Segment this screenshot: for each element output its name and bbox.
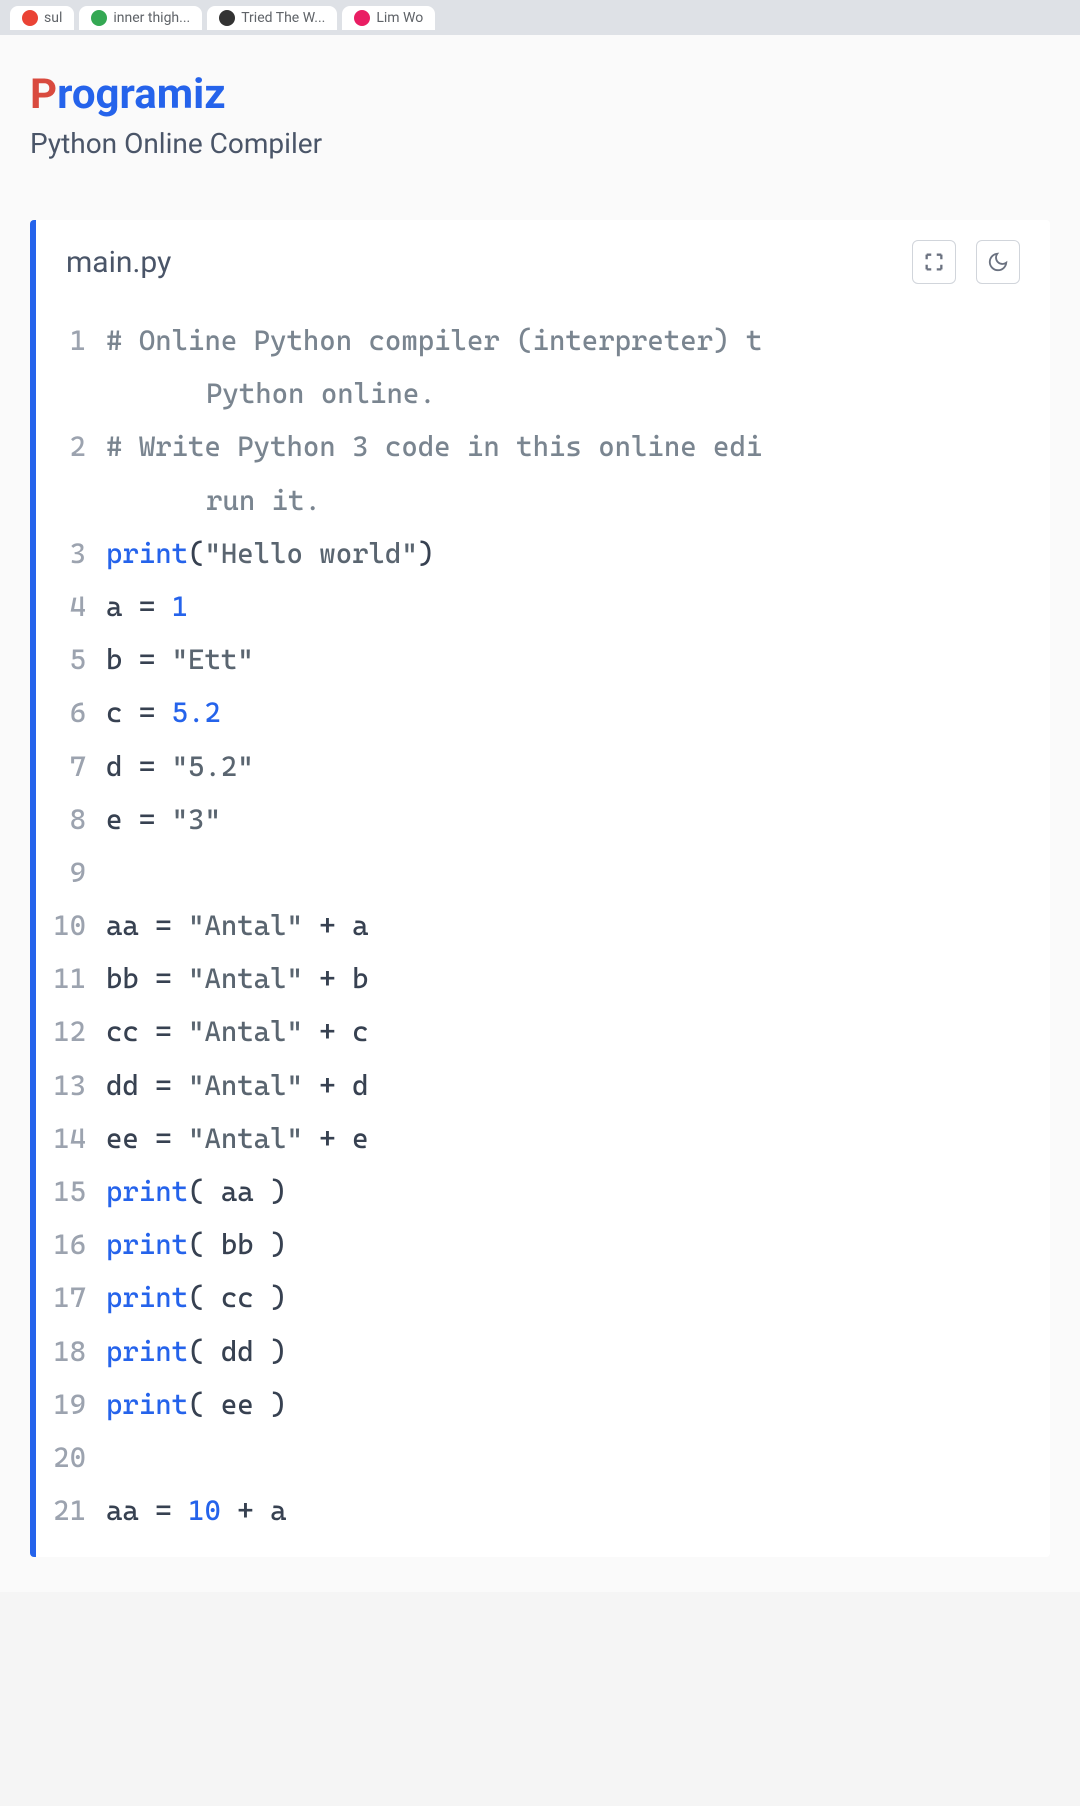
- code-line[interactable]: 20: [36, 1431, 1050, 1484]
- line-content[interactable]: print( bb ): [106, 1218, 1050, 1271]
- code-line[interactable]: 17print( cc ): [36, 1271, 1050, 1324]
- code-line[interactable]: 9: [36, 846, 1050, 899]
- code-line[interactable]: 12cc = "Antal" + c: [36, 1005, 1050, 1058]
- tab-favicon-icon: [22, 10, 38, 26]
- code-line[interactable]: 6c = 5.2: [36, 686, 1050, 739]
- code-line[interactable]: 1# Online Python compiler (interpreter) …: [36, 314, 1050, 367]
- line-number: 18: [36, 1325, 106, 1378]
- browser-tab[interactable]: sul: [10, 6, 74, 30]
- line-content[interactable]: c = 5.2: [106, 686, 1050, 739]
- editor-header: main.py: [36, 220, 1050, 304]
- logo-letter: P: [30, 70, 57, 119]
- code-line-wrap[interactable]: Python online.: [36, 367, 1050, 420]
- code-line[interactable]: 18print( dd ): [36, 1325, 1050, 1378]
- line-number: 19: [36, 1378, 106, 1431]
- code-line[interactable]: 2# Write Python 3 code in this online ed…: [36, 420, 1050, 473]
- line-content[interactable]: bb = "Antal" + b: [106, 952, 1050, 1005]
- line-number: 8: [36, 793, 106, 846]
- tab-favicon-icon: [354, 10, 370, 26]
- line-content[interactable]: print( aa ): [106, 1165, 1050, 1218]
- line-content[interactable]: aa = 10 + a: [106, 1484, 1050, 1537]
- editor-controls: [912, 240, 1020, 284]
- code-editor: main.py 1# Online Python compiler (inter…: [30, 220, 1050, 1557]
- code-line[interactable]: 10aa = "Antal" + a: [36, 899, 1050, 952]
- code-line[interactable]: 4a = 1: [36, 580, 1050, 633]
- line-number: 2: [36, 420, 106, 473]
- line-content[interactable]: # Online Python compiler (interpreter) t: [106, 314, 1050, 367]
- tab-favicon-icon: [91, 10, 107, 26]
- line-number: 6: [36, 686, 106, 739]
- tab-label: inner thigh...: [113, 10, 190, 26]
- line-number: 13: [36, 1059, 106, 1112]
- tab-label: Lim Wo: [376, 10, 423, 26]
- line-content[interactable]: dd = "Antal" + d: [106, 1059, 1050, 1112]
- moon-icon: [987, 251, 1009, 273]
- line-content[interactable]: Python online.: [106, 367, 1050, 420]
- page-body: Programiz Python Online Compiler main.py…: [0, 35, 1080, 1592]
- line-number: 15: [36, 1165, 106, 1218]
- page-subtitle: Python Online Compiler: [30, 127, 1050, 160]
- code-line[interactable]: 14ee = "Antal" + e: [36, 1112, 1050, 1165]
- line-number: 17: [36, 1271, 106, 1324]
- line-number: 7: [36, 740, 106, 793]
- expand-icon: [923, 251, 945, 273]
- browser-tab[interactable]: inner thigh...: [79, 6, 202, 30]
- line-content[interactable]: ee = "Antal" + e: [106, 1112, 1050, 1165]
- fullscreen-button[interactable]: [912, 240, 956, 284]
- code-line[interactable]: 16print( bb ): [36, 1218, 1050, 1271]
- code-line-wrap[interactable]: run it.: [36, 474, 1050, 527]
- code-line[interactable]: 5b = "Ett": [36, 633, 1050, 686]
- line-content[interactable]: print("Hello world"): [106, 527, 1050, 580]
- line-content[interactable]: d = "5.2": [106, 740, 1050, 793]
- code-line[interactable]: 8e = "3": [36, 793, 1050, 846]
- line-number: 9: [36, 846, 106, 899]
- tab-label: Tried The W...: [241, 10, 325, 26]
- code-area[interactable]: 1# Online Python compiler (interpreter) …: [36, 304, 1050, 1557]
- browser-tab[interactable]: Tried The W...: [207, 6, 337, 30]
- code-line[interactable]: 7d = "5.2": [36, 740, 1050, 793]
- code-line[interactable]: 21aa = 10 + a: [36, 1484, 1050, 1537]
- line-number: 1: [36, 314, 106, 367]
- line-content[interactable]: e = "3": [106, 793, 1050, 846]
- line-content[interactable]: a = 1: [106, 580, 1050, 633]
- code-line[interactable]: 3print("Hello world"): [36, 527, 1050, 580]
- browser-tab[interactable]: Lim Wo: [342, 6, 435, 30]
- line-content[interactable]: print( cc ): [106, 1271, 1050, 1324]
- line-content[interactable]: print( ee ): [106, 1378, 1050, 1431]
- line-content[interactable]: cc = "Antal" + c: [106, 1005, 1050, 1058]
- browser-tab-bar: sul inner thigh... Tried The W... Lim Wo: [0, 0, 1080, 35]
- line-number: 4: [36, 580, 106, 633]
- theme-toggle-button[interactable]: [976, 240, 1020, 284]
- line-number: 3: [36, 527, 106, 580]
- line-content[interactable]: b = "Ett": [106, 633, 1050, 686]
- line-content[interactable]: run it.: [106, 474, 1050, 527]
- line-number: 11: [36, 952, 106, 1005]
- line-content[interactable]: aa = "Antal" + a: [106, 899, 1050, 952]
- code-line[interactable]: 13dd = "Antal" + d: [36, 1059, 1050, 1112]
- line-number: 14: [36, 1112, 106, 1165]
- tab-label: sul: [44, 10, 62, 26]
- line-content[interactable]: # Write Python 3 code in this online edi: [106, 420, 1050, 473]
- code-line[interactable]: 15print( aa ): [36, 1165, 1050, 1218]
- site-logo[interactable]: Programiz: [30, 70, 1050, 119]
- line-number: 16: [36, 1218, 106, 1271]
- line-number: 21: [36, 1484, 106, 1537]
- code-line[interactable]: 11bb = "Antal" + b: [36, 952, 1050, 1005]
- line-content[interactable]: print( dd ): [106, 1325, 1050, 1378]
- line-number: 12: [36, 1005, 106, 1058]
- logo-text: rogramiz: [57, 70, 226, 119]
- line-number: 10: [36, 899, 106, 952]
- code-line[interactable]: 19print( ee ): [36, 1378, 1050, 1431]
- line-number: 20: [36, 1431, 106, 1484]
- tab-favicon-icon: [219, 10, 235, 26]
- filename-label: main.py: [66, 245, 171, 280]
- line-number: 5: [36, 633, 106, 686]
